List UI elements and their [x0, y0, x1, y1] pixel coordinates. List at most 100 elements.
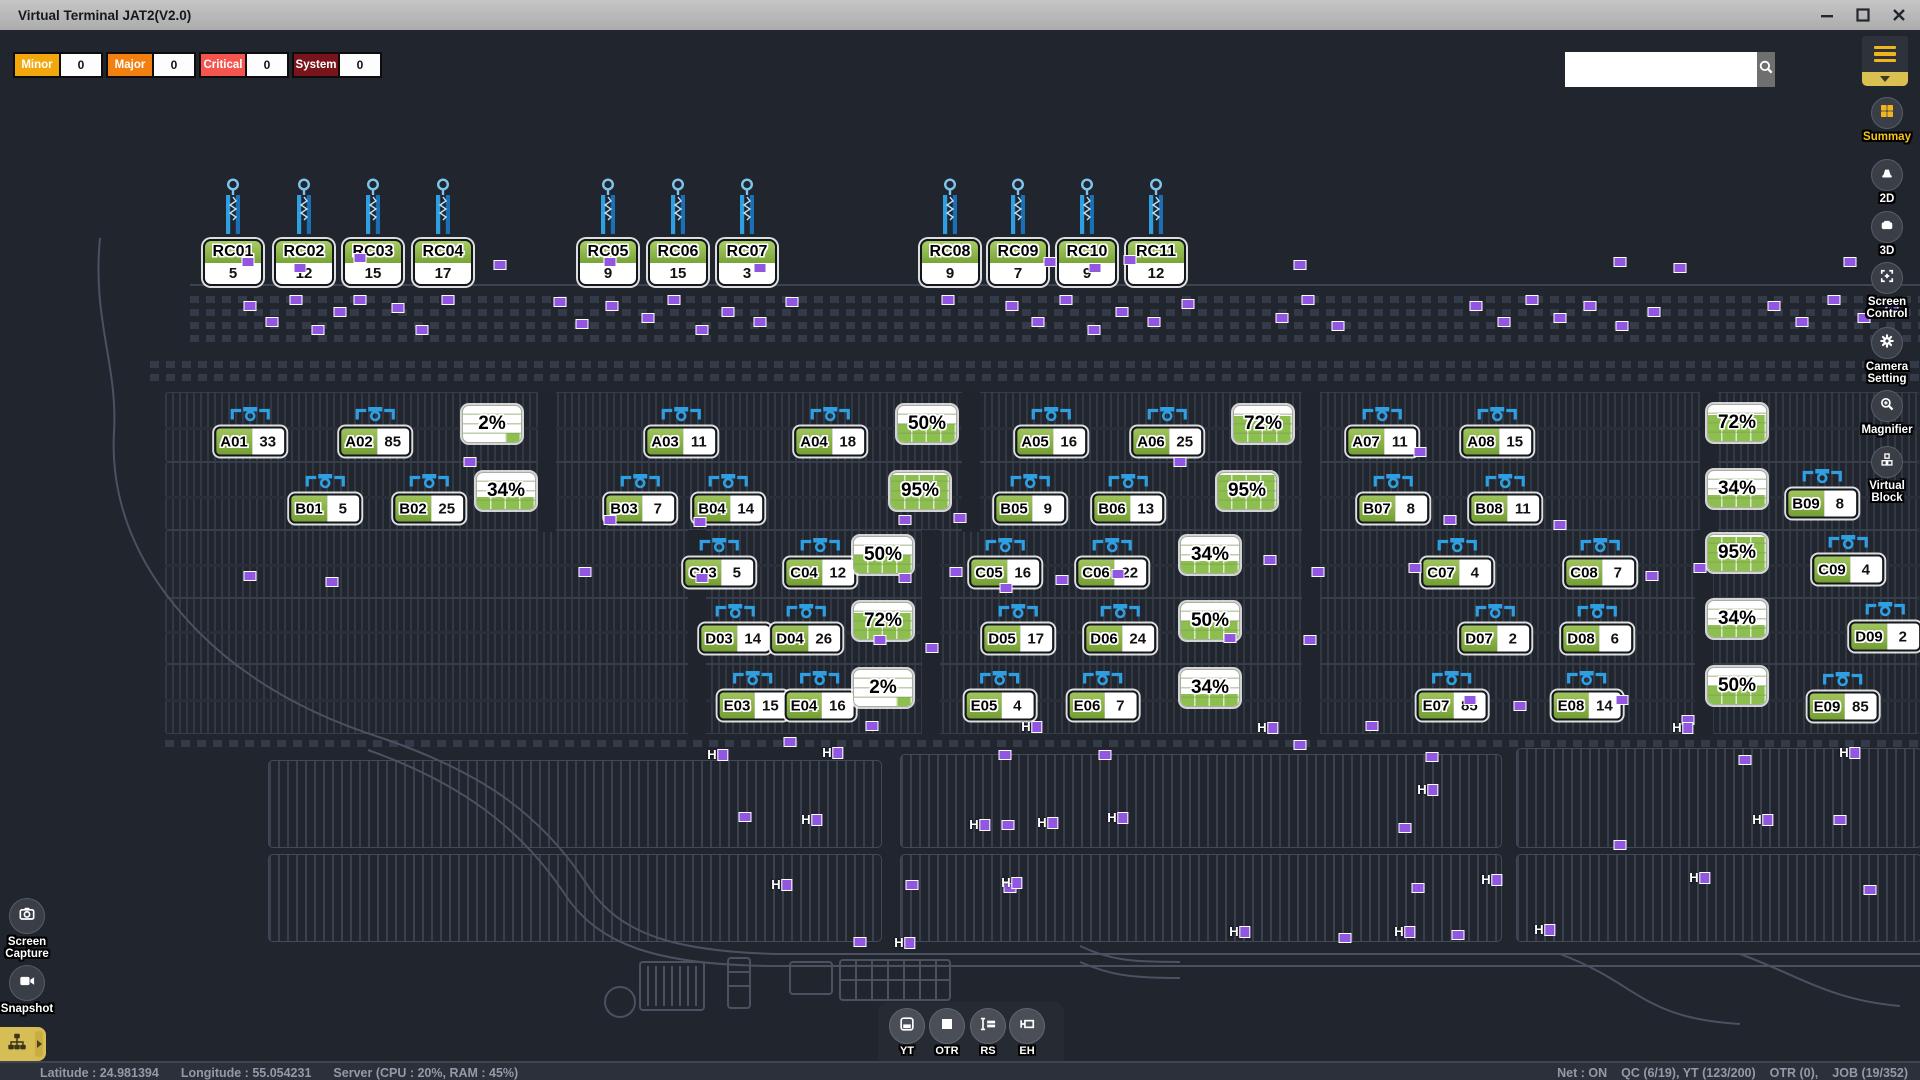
yard-block-badge[interactable]: C0412 — [784, 558, 856, 588]
vehicle-marker[interactable] — [1089, 263, 1102, 273]
yard-block-badge[interactable]: A0285 — [339, 427, 411, 457]
vehicle-marker[interactable] — [1099, 750, 1112, 760]
yard-block-badge[interactable]: E054 — [965, 691, 1036, 721]
yard-block-badge[interactable]: C035 — [683, 558, 755, 588]
yard-block-badge[interactable]: E0416 — [785, 691, 856, 721]
yard-block-badge[interactable]: D0426 — [770, 624, 842, 654]
vehicle-marker[interactable] — [1294, 740, 1307, 750]
vehicle-marker[interactable] — [1304, 635, 1317, 645]
yard-block-badge[interactable]: E0814 — [1552, 691, 1623, 721]
vehicle-marker[interactable] — [1584, 301, 1597, 311]
vehicle-marker[interactable] — [1032, 317, 1045, 327]
vehicle-marker[interactable] — [899, 573, 912, 583]
vehicle-marker[interactable] — [604, 515, 617, 525]
vehicle-marker[interactable] — [494, 260, 507, 270]
yard-block-badge[interactable]: D0314 — [699, 624, 771, 654]
vehicle-marker[interactable] — [696, 573, 709, 583]
left-tool-button[interactable] — [9, 898, 45, 934]
truck-trailer-marker[interactable]: H — [1481, 874, 1502, 886]
vehicle-marker[interactable] — [1498, 317, 1511, 327]
occupancy-badge[interactable]: 95% — [1217, 472, 1277, 510]
occupancy-badge[interactable]: 95% — [890, 472, 950, 510]
vehicle-marker[interactable] — [1674, 263, 1687, 273]
vehicle-marker[interactable] — [1646, 571, 1659, 581]
side-tool-button[interactable] — [1871, 327, 1903, 359]
vehicle-marker[interactable] — [1088, 325, 1101, 335]
vehicle-marker[interactable] — [1444, 515, 1457, 525]
occupancy-badge[interactable]: 50% — [897, 405, 957, 443]
occupancy-badge[interactable]: 34% — [1180, 669, 1240, 707]
vehicle-marker[interactable] — [1554, 313, 1567, 323]
side-tool-button[interactable] — [1871, 97, 1903, 129]
vehicle-marker[interactable] — [1526, 295, 1539, 305]
truck-trailer-marker[interactable]: H — [1001, 877, 1022, 889]
yard-block-badge[interactable]: B015 — [289, 494, 361, 524]
vehicle-marker[interactable] — [554, 297, 567, 307]
truck-trailer-marker[interactable]: H — [1534, 924, 1555, 936]
vehicle-marker[interactable] — [244, 571, 257, 581]
vehicle-marker[interactable] — [696, 325, 709, 335]
vehicle-marker[interactable] — [579, 567, 592, 577]
yard-block-badge[interactable]: A0815 — [1461, 427, 1533, 457]
vehicle-marker[interactable] — [290, 295, 303, 305]
yard-block-badge[interactable]: E0985 — [1808, 692, 1879, 722]
vehicle-marker[interactable] — [334, 307, 347, 317]
side-tool-button[interactable] — [1871, 159, 1903, 191]
vehicle-marker[interactable] — [1332, 321, 1345, 331]
side-tool-button[interactable] — [1871, 262, 1903, 294]
vehicle-marker[interactable] — [1302, 295, 1315, 305]
quay-crane-badge[interactable]: RC109 — [1057, 239, 1117, 286]
yard-block-badge[interactable]: E0315 — [718, 691, 789, 721]
alarm-badge-system[interactable]: System0 — [292, 52, 382, 78]
vehicle-marker[interactable] — [866, 721, 879, 731]
vehicle-marker[interactable] — [999, 750, 1012, 760]
yard-block-badge[interactable]: C094 — [1812, 555, 1884, 585]
truck-trailer-marker[interactable]: H — [707, 749, 728, 761]
yard-block-badge[interactable]: E0785 — [1417, 691, 1488, 721]
vehicle-marker[interactable] — [899, 515, 912, 525]
truck-trailer-marker[interactable]: H — [1037, 817, 1058, 829]
yard-block-badge[interactable]: A0133 — [214, 427, 286, 457]
quay-crane-badge[interactable]: RC073 — [717, 239, 777, 286]
yard-block-badge[interactable]: C087 — [1564, 558, 1636, 588]
yard-block-badge[interactable]: E067 — [1068, 691, 1139, 721]
main-menu-button[interactable] — [1862, 36, 1908, 72]
vehicle-marker[interactable] — [1614, 840, 1627, 850]
occupancy-badge[interactable]: 2% — [853, 669, 913, 707]
truck-trailer-marker[interactable]: H — [771, 879, 792, 891]
vehicle-marker[interactable] — [1264, 555, 1277, 565]
yard-block-badge[interactable]: A0711 — [1346, 427, 1418, 457]
occupancy-badge[interactable]: 50% — [1707, 667, 1767, 705]
side-tool-button[interactable] — [1871, 211, 1903, 243]
menu-collapse-button[interactable] — [1862, 72, 1908, 86]
vehicle-marker[interactable] — [722, 307, 735, 317]
equipment-filter-button[interactable] — [889, 1008, 925, 1044]
vehicle-marker[interactable] — [1002, 820, 1015, 830]
vehicle-marker[interactable] — [1412, 883, 1425, 893]
vehicle-marker[interactable] — [1768, 301, 1781, 311]
vehicle-marker[interactable] — [1616, 695, 1629, 705]
yard-block-badge[interactable]: B059 — [994, 494, 1066, 524]
vehicle-marker[interactable] — [1409, 563, 1422, 573]
occupancy-badge[interactable]: 72% — [1233, 405, 1293, 443]
vehicle-marker[interactable] — [1174, 457, 1187, 467]
vehicle-marker[interactable] — [392, 303, 405, 313]
vehicle-marker[interactable] — [1044, 257, 1057, 267]
vehicle-marker[interactable] — [1834, 815, 1847, 825]
yard-block-badge[interactable]: D0624 — [1084, 624, 1156, 654]
yard-block-badge[interactable]: B078 — [1357, 494, 1429, 524]
yard-block-badge[interactable]: B0613 — [1092, 494, 1164, 524]
alarm-badge-major[interactable]: Major0 — [106, 52, 196, 78]
vehicle-marker[interactable] — [244, 301, 257, 311]
vehicle-marker[interactable] — [668, 295, 681, 305]
equipment-filter-button[interactable] — [1009, 1008, 1045, 1044]
yard-block-badge[interactable]: B0225 — [393, 494, 465, 524]
vehicle-marker[interactable] — [242, 257, 255, 267]
vehicle-marker[interactable] — [1182, 299, 1195, 309]
truck-trailer-marker[interactable]: H — [822, 747, 843, 759]
truck-trailer-marker[interactable]: H — [1229, 926, 1250, 938]
vehicle-marker[interactable] — [1294, 260, 1307, 270]
quay-crane-badge[interactable]: RC0417 — [413, 239, 473, 286]
truck-trailer-marker[interactable]: H — [1689, 872, 1710, 884]
yard-block-badge[interactable]: C074 — [1421, 558, 1493, 588]
